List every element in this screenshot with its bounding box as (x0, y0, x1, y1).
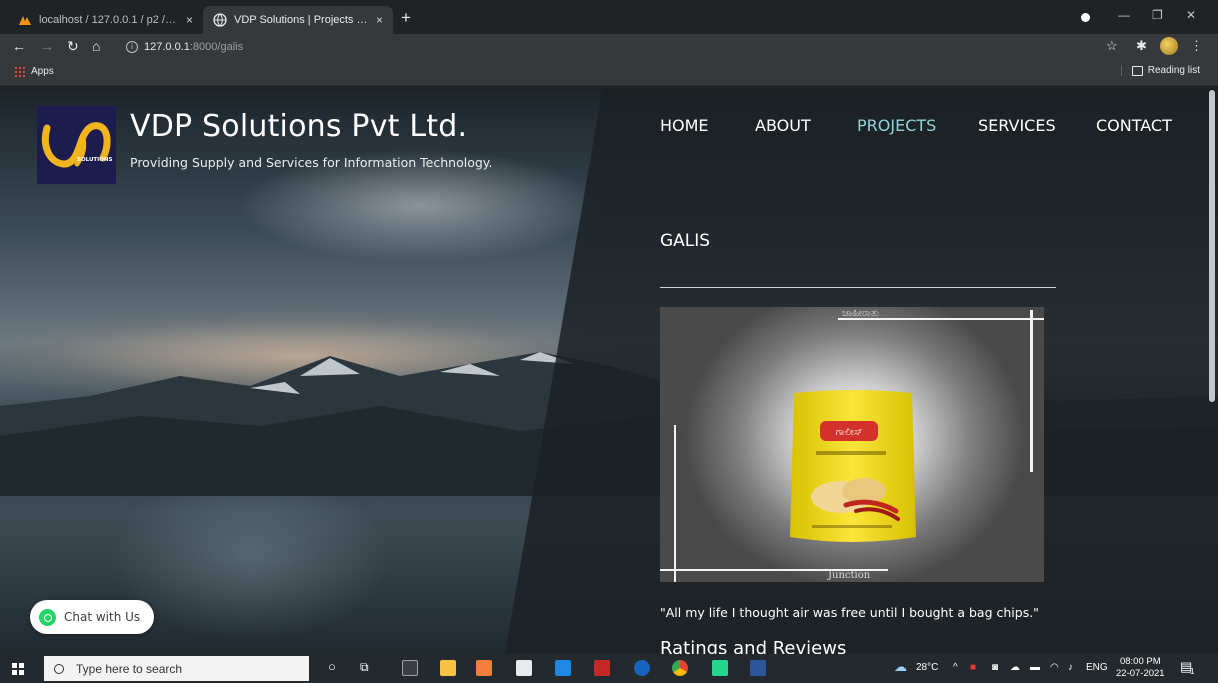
reading-list-label: Reading list (1147, 65, 1200, 76)
chat-button-label: Chat with Us (64, 610, 141, 624)
url-host: 127.0.0.1 (144, 41, 190, 53)
tab-vdp-projects[interactable]: VDP Solutions | Projects | Gali's × (203, 6, 393, 34)
restore-icon[interactable]: ❐ (1152, 8, 1163, 22)
image-bottom-caption: Junction (828, 570, 871, 581)
search-icon (54, 663, 64, 674)
apps-grid-icon (14, 66, 25, 77)
tab-title: VDP Solutions | Projects | Gali's (234, 14, 368, 26)
galis-ad-image: ಜಾಹೀರಾತು Junction ಗಾಲೀಸ್ (660, 307, 1044, 582)
frame-line-top (838, 318, 1044, 320)
app-icon[interactable] (634, 660, 650, 676)
ratings-reviews-heading: Ratings and Reviews (660, 638, 847, 654)
site-brand[interactable]: VDP Solutions Pvt Ltd. (130, 109, 467, 144)
close-tab-icon[interactable]: × (186, 13, 193, 27)
pack-label: ಗಾಲೀಸ್ (836, 427, 863, 438)
terminal-app-icon[interactable] (402, 660, 418, 676)
close-window-icon[interactable]: ✕ (1186, 8, 1196, 22)
tab-title: localhost / 127.0.0.1 / p2 / review (39, 14, 178, 26)
bookmark-apps[interactable]: Apps (14, 66, 54, 77)
bookmark-star-icon[interactable]: ☆ (1106, 38, 1118, 54)
media-indicator-icon[interactable] (1081, 13, 1090, 22)
globe-icon (213, 13, 227, 27)
mcafee-icon[interactable] (594, 660, 610, 676)
frame-line-left (674, 425, 676, 582)
minimize-icon[interactable]: — (1118, 8, 1130, 22)
notification-count: 1 (1190, 667, 1195, 676)
home-icon[interactable]: ⌂ (92, 38, 100, 54)
nav-about[interactable]: ABOUT (755, 116, 811, 138)
whatsapp-icon (39, 608, 56, 626)
profile-avatar[interactable] (1160, 37, 1178, 55)
chips-packet-graphic: ಗಾಲೀಸ್ (790, 390, 916, 542)
heading-divider (660, 287, 1056, 288)
vdp-logo[interactable]: SOLUTIONS (37, 106, 116, 184)
mcafee-tray-icon[interactable]: ■ (970, 662, 976, 673)
xampp-icon[interactable] (476, 660, 492, 676)
volume-icon[interactable]: ♪ (1068, 662, 1073, 673)
nav-home[interactable]: HOME (660, 116, 709, 138)
clock-date: 22-07-2021 (1116, 668, 1165, 679)
weather-temp[interactable]: 28°C (916, 662, 938, 673)
tagline-quote: "All my life I thought air was free unti… (660, 605, 1039, 620)
site-tagline: Providing Supply and Services for Inform… (130, 155, 493, 170)
nav-services[interactable]: SERVICES (978, 116, 1056, 138)
windows-start-icon[interactable] (12, 663, 24, 675)
taskbar-search-box[interactable]: Type here to search (44, 656, 309, 681)
nav-contact[interactable]: CONTACT (1096, 116, 1172, 138)
page-title: GALIS (660, 231, 711, 251)
close-tab-icon[interactable]: × (376, 13, 383, 27)
tray-cloud-icon[interactable]: ☁ (1010, 662, 1020, 673)
extensions-icon[interactable]: ✱ (1136, 38, 1147, 54)
menu-kebab-icon[interactable]: ⋮ (1190, 38, 1203, 54)
bookmark-apps-label: Apps (31, 66, 54, 77)
wifi-icon[interactable]: ◠ (1050, 662, 1059, 673)
windows-taskbar: Type here to search ○ ⧉ ☁ 28°C ^ ■ ◙ ☁ ▬… (0, 654, 1218, 683)
nav-projects[interactable]: PROJECTS (857, 116, 936, 138)
page-scrollbar[interactable] (1209, 90, 1215, 402)
frame-line-right (1030, 310, 1033, 472)
bookmarks-bar: Apps Reading list (0, 60, 1218, 86)
language-indicator[interactable]: ENG (1086, 662, 1108, 673)
url-path: :8000/galis (189, 41, 244, 53)
chrome-icon[interactable] (672, 660, 688, 676)
word-icon[interactable] (750, 660, 766, 676)
tray-app-icon[interactable]: ◙ (992, 662, 998, 673)
forward-icon[interactable]: → (40, 38, 54, 54)
store-icon[interactable] (516, 660, 532, 676)
chat-with-us-button[interactable]: Chat with Us (30, 600, 154, 634)
page-viewport: SOLUTIONS VDP Solutions Pvt Ltd. Providi… (0, 86, 1218, 654)
clock-time: 08:00 PM (1119, 656, 1161, 667)
back-icon[interactable]: ← (12, 38, 26, 54)
file-explorer-icon[interactable] (440, 660, 456, 676)
task-view-icon[interactable]: ⧉ (360, 660, 369, 675)
taskbar-search-placeholder: Type here to search (76, 661, 183, 676)
weather-icon[interactable]: ☁ (894, 659, 907, 675)
pycharm-icon[interactable] (712, 660, 728, 676)
phpmyadmin-icon (19, 16, 31, 25)
cortana-icon[interactable]: ○ (328, 659, 336, 674)
battery-icon[interactable]: ▬ (1030, 662, 1040, 673)
mail-icon[interactable] (555, 660, 571, 676)
browser-toolbar: ← → ↻ ⌂ i 127.0.0.1:8000/galis ☆ ✱ ⋮ (0, 34, 1218, 60)
address-bar[interactable]: i 127.0.0.1:8000/galis (116, 37, 1096, 57)
logo-text: SOLUTIONS (77, 157, 113, 163)
new-tab-button[interactable]: + (401, 8, 411, 28)
tab-phpmyadmin[interactable]: localhost / 127.0.0.1 / p2 / review × (8, 6, 203, 34)
reading-list-icon (1131, 65, 1143, 76)
tray-chevron-icon[interactable]: ^ (953, 662, 958, 673)
reading-list-button[interactable]: Reading list (1120, 65, 1200, 76)
tab-strip: localhost / 127.0.0.1 / p2 / review × VD… (0, 0, 1218, 34)
reload-icon[interactable]: ↻ (67, 38, 79, 55)
taskbar-clock[interactable]: 08:00 PM 22-07-2021 (1116, 656, 1165, 680)
site-info-icon[interactable]: i (126, 41, 138, 53)
